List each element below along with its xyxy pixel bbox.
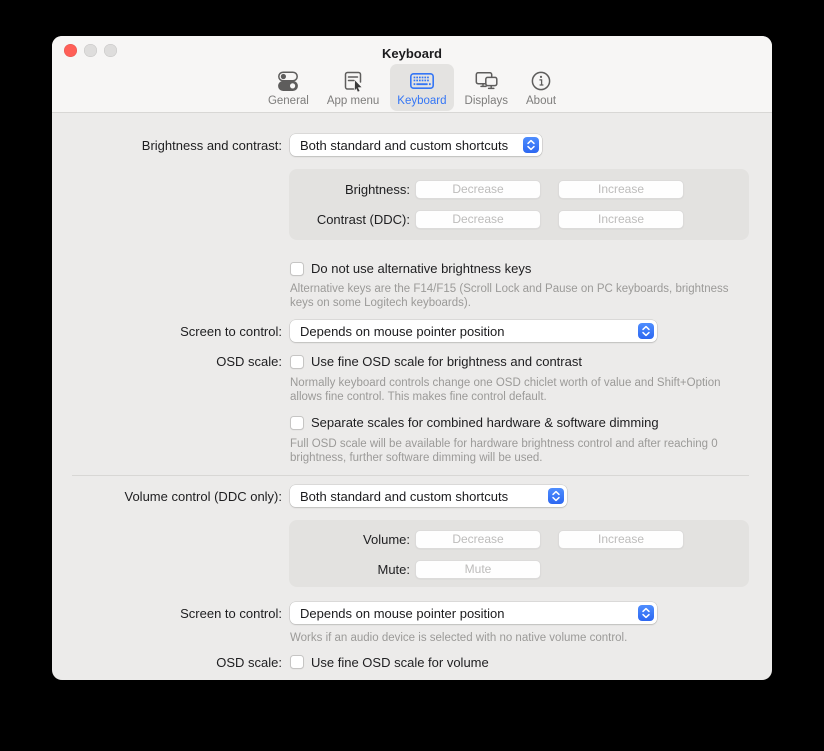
osd-scale-label-2: OSD scale: bbox=[52, 655, 282, 670]
app-menu-icon bbox=[340, 69, 366, 93]
brightness-contrast-label: Brightness and contrast: bbox=[52, 138, 282, 153]
mute-row: Mute: Mute bbox=[289, 560, 749, 579]
tab-displays[interactable]: Displays bbox=[458, 64, 515, 111]
screen-control-label-1: Screen to control: bbox=[52, 324, 282, 339]
popup-chevrons-icon bbox=[638, 323, 654, 339]
window-header: Keyboard General bbox=[52, 36, 772, 113]
toggles-icon bbox=[275, 69, 301, 93]
tab-keyboard[interactable]: Keyboard bbox=[390, 64, 453, 111]
volume-increase-button[interactable]: Increase bbox=[558, 530, 684, 549]
brightness-shortcut-panel: Brightness: Decrease Increase Contrast (… bbox=[289, 169, 749, 240]
alt-keys-help: Alternative keys are the F14/F15 (Scroll… bbox=[290, 283, 742, 310]
info-icon bbox=[529, 69, 553, 93]
osd-fine-checkbox-label-2: Use fine OSD scale for volume bbox=[311, 655, 489, 670]
volume-control-label: Volume control (DDC only): bbox=[52, 489, 282, 504]
volume-label: Volume: bbox=[289, 532, 410, 547]
tab-about-label: About bbox=[526, 95, 556, 107]
brightness-increase-button[interactable]: Increase bbox=[558, 180, 684, 199]
contrast-decrease-button[interactable]: Decrease bbox=[415, 210, 541, 229]
mute-button[interactable]: Mute bbox=[415, 560, 541, 579]
mute-label: Mute: bbox=[289, 562, 410, 577]
osd-fine-help-wrap: Normally keyboard controls change one OS… bbox=[52, 377, 772, 404]
window-title: Keyboard bbox=[52, 36, 772, 64]
preferences-window: Keyboard General bbox=[52, 36, 772, 680]
separate-scales-row: Separate scales for combined hardware & … bbox=[52, 415, 772, 430]
tab-app-menu-label: App menu bbox=[327, 95, 379, 107]
alt-keys-checkbox[interactable] bbox=[290, 262, 304, 276]
brightness-decrease-button[interactable]: Decrease bbox=[415, 180, 541, 199]
displays-icon bbox=[472, 69, 500, 93]
popup-chevrons-icon bbox=[523, 137, 539, 153]
separate-scales-help-wrap: Full OSD scale will be available for har… bbox=[52, 438, 772, 465]
osd-fine-help: Normally keyboard controls change one OS… bbox=[290, 377, 742, 404]
keyboard-icon bbox=[408, 69, 436, 93]
osd-scale-row-2: OSD scale: Use fine OSD scale for volume bbox=[52, 655, 772, 670]
tab-general-label: General bbox=[268, 95, 309, 107]
volume-shortcut-panel: Volume: Decrease Increase Mute: Mute bbox=[289, 520, 749, 587]
tab-app-menu[interactable]: App menu bbox=[320, 64, 386, 111]
screen-control-popup-1[interactable]: Depends on mouse pointer position bbox=[290, 320, 657, 342]
popup-chevrons-icon bbox=[638, 605, 654, 621]
contrast-increase-button[interactable]: Increase bbox=[558, 210, 684, 229]
brightness-shortcuts-popup[interactable]: Both standard and custom shortcuts bbox=[290, 134, 542, 156]
alt-keys-row: Do not use alternative brightness keys bbox=[52, 261, 772, 276]
tab-about[interactable]: About bbox=[519, 64, 563, 111]
tab-displays-label: Displays bbox=[465, 95, 508, 107]
volume-decrease-button[interactable]: Decrease bbox=[415, 530, 541, 549]
desktop: { "window": { "title": "Keyboard" }, "to… bbox=[0, 0, 824, 751]
osd-scale-row-1: OSD scale: Use fine OSD scale for bright… bbox=[52, 354, 772, 369]
contrast-row: Contrast (DDC): Decrease Increase bbox=[289, 210, 749, 229]
osd-scale-label-1: OSD scale: bbox=[52, 354, 282, 369]
screen-control-label-2: Screen to control: bbox=[52, 606, 282, 621]
brightness-shortcuts-row: Brightness and contrast: Both standard a… bbox=[52, 134, 772, 156]
screen-control-help-wrap: Works if an audio device is selected wit… bbox=[52, 632, 772, 646]
separate-scales-help: Full OSD scale will be available for har… bbox=[290, 438, 742, 465]
contrast-label: Contrast (DDC): bbox=[289, 212, 410, 227]
brightness-label: Brightness: bbox=[289, 182, 410, 197]
screen-control-row-2: Screen to control: Depends on mouse poin… bbox=[52, 602, 772, 624]
alt-keys-help-wrap: Alternative keys are the F14/F15 (Scroll… bbox=[52, 283, 772, 310]
volume-shortcuts-value: Both standard and custom shortcuts bbox=[300, 489, 508, 504]
toolbar: General App menu bbox=[52, 64, 772, 112]
separate-scales-checkbox-label: Separate scales for combined hardware & … bbox=[311, 415, 659, 430]
tab-keyboard-label: Keyboard bbox=[397, 95, 446, 107]
screen-control-help: Works if an audio device is selected wit… bbox=[290, 632, 742, 646]
volume-row: Volume: Decrease Increase bbox=[289, 530, 749, 549]
volume-shortcuts-popup[interactable]: Both standard and custom shortcuts bbox=[290, 485, 567, 507]
osd-fine-checkbox-2[interactable] bbox=[290, 655, 304, 669]
osd-fine-checkbox-1[interactable] bbox=[290, 355, 304, 369]
brightness-shortcuts-value: Both standard and custom shortcuts bbox=[300, 138, 508, 153]
osd-fine-checkbox-label-1: Use fine OSD scale for brightness and co… bbox=[311, 354, 582, 369]
screen-control-popup-2[interactable]: Depends on mouse pointer position bbox=[290, 602, 657, 624]
brightness-row: Brightness: Decrease Increase bbox=[289, 180, 749, 199]
volume-shortcuts-row: Volume control (DDC only): Both standard… bbox=[52, 485, 772, 507]
titlebar[interactable]: Keyboard bbox=[52, 36, 772, 64]
screen-control-value-1: Depends on mouse pointer position bbox=[300, 324, 505, 339]
alt-keys-checkbox-label: Do not use alternative brightness keys bbox=[311, 261, 531, 276]
keyboard-pane: Brightness and contrast: Both standard a… bbox=[52, 134, 772, 670]
screen-control-row-1: Screen to control: Depends on mouse poin… bbox=[52, 320, 772, 342]
tab-general[interactable]: General bbox=[261, 64, 316, 111]
screen-control-value-2: Depends on mouse pointer position bbox=[300, 606, 505, 621]
section-divider bbox=[72, 475, 749, 476]
separate-scales-checkbox[interactable] bbox=[290, 416, 304, 430]
popup-chevrons-icon bbox=[548, 488, 564, 504]
